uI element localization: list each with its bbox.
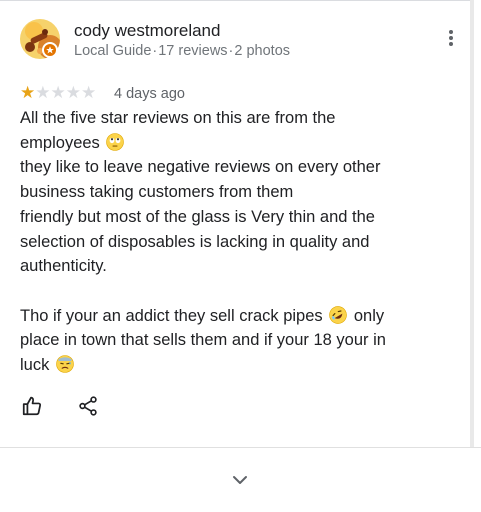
thumb-up-icon [22,396,42,416]
review-date: 4 days ago [114,86,185,102]
star-empty-icon: ★ [35,83,51,102]
review-line: they like to leave negative reviews on e… [20,158,381,177]
like-button[interactable] [21,395,43,417]
review-line: place in town that sells them and if you… [20,331,386,350]
review-blank-line [20,279,440,304]
more-options-button[interactable] [443,26,459,50]
scrollbar[interactable] [470,0,474,448]
more-vert-icon [449,30,453,34]
top-divider [0,0,470,1]
star-filled-icon: ★ [20,83,36,102]
downcast-face-with-sweat-emoji [56,355,74,373]
review-line: business taking customers from them [20,183,294,202]
author-name[interactable]: cody westmoreland [74,21,220,41]
star-empty-icon: ★ [50,83,66,102]
face-with-rolling-eyes-emoji [106,132,125,151]
local-guide-label: Local Guide [74,43,152,59]
share-button[interactable] [77,395,99,417]
review-line: friendly but most of the glass is Very t… [20,207,375,226]
review-line: selection of disposables is lacking in q… [20,232,370,251]
review-line: luck [20,353,440,378]
bottom-divider [0,447,481,448]
review-line: employees [20,131,440,156]
star-rating: ★ ★ ★ ★ ★ [20,83,97,102]
share-icon [79,396,97,416]
review-line: All the five star reviews on this are fr… [20,109,336,127]
review-text: All the five star reviews on this are fr… [20,106,440,378]
expand-button[interactable] [230,473,250,487]
photo-count: 2 photos [234,43,291,59]
star-empty-icon: ★ [65,83,81,102]
review-line: Tho if your an addict they sell crack pi… [20,304,440,329]
author-meta: Local Guide·17 reviews·2 photos [74,43,290,59]
rolling-on-floor-laughing-emoji [329,305,348,324]
review-count: 17 reviews [158,43,228,59]
local-guide-badge-icon [42,42,58,58]
chevron-down-icon [233,476,247,484]
star-empty-icon: ★ [81,83,97,102]
review-line: authenticity. [20,257,107,276]
